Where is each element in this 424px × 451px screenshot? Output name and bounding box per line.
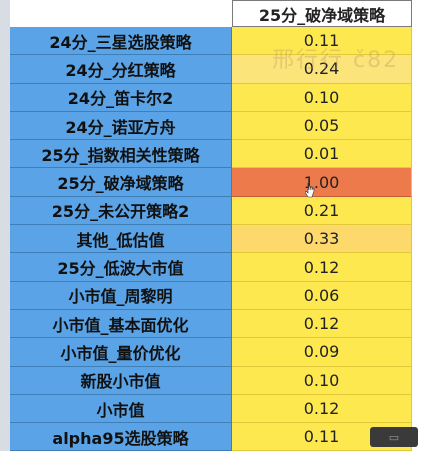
right-edge bbox=[412, 225, 424, 254]
right-edge bbox=[412, 196, 424, 226]
table-row: 小市值_量价优化 0.09 bbox=[10, 338, 424, 367]
right-edge bbox=[412, 111, 424, 141]
value-cell[interactable]: 0.09 bbox=[232, 338, 412, 367]
row-label-cell[interactable]: 24分_分红策略 bbox=[10, 55, 232, 84]
correlation-table: 25分_破净域策略 24分_三星选股策略 0.11 24分_分红策略 0.24 … bbox=[10, 0, 424, 451]
row-label-cell[interactable]: 新股小市值 bbox=[10, 366, 232, 395]
right-edge bbox=[412, 338, 424, 367]
table-row: 小市值_周黎明 0.06 bbox=[10, 281, 424, 310]
table-row: 其他_低估值 0.33 bbox=[10, 225, 424, 254]
value-cell[interactable]: 0.12 bbox=[232, 309, 412, 339]
header-corner-cell[interactable] bbox=[10, 0, 232, 27]
table-row: 24分_诺亚方舟 0.05 bbox=[10, 111, 424, 141]
right-edge bbox=[412, 0, 424, 27]
overlay-icon: ▭ bbox=[388, 430, 400, 444]
table-row: 小市值_基本面优化 0.12 bbox=[10, 309, 424, 339]
row-label-cell[interactable]: alpha95选股策略 bbox=[10, 423, 232, 451]
right-edge bbox=[412, 281, 424, 310]
right-edge bbox=[412, 309, 424, 339]
row-label-cell[interactable]: 25分_破净域策略 bbox=[10, 168, 232, 197]
value-cell[interactable]: 0.01 bbox=[232, 140, 412, 169]
table-row: 25分_指数相关性策略 0.01 bbox=[10, 140, 424, 169]
screenshot-frame: 25分_破净域策略 24分_三星选股策略 0.11 24分_分红策略 0.24 … bbox=[0, 0, 424, 451]
row-label-cell[interactable]: 小市值 bbox=[10, 394, 232, 424]
table-row: alpha95选股策略 0.11 bbox=[10, 423, 424, 451]
row-label-cell[interactable]: 25分_指数相关性策略 bbox=[10, 140, 232, 169]
right-edge bbox=[412, 27, 424, 56]
row-label-cell[interactable]: 24分_笛卡尔2 bbox=[10, 83, 232, 112]
left-edge-strip bbox=[0, 0, 10, 451]
row-label-cell[interactable]: 25分_未公开策略2 bbox=[10, 196, 232, 226]
value-cell[interactable]: 0.21 bbox=[232, 196, 412, 226]
right-edge bbox=[412, 394, 424, 424]
row-label-cell[interactable]: 25分_低波大市值 bbox=[10, 253, 232, 282]
row-label-cell[interactable]: 小市值_量价优化 bbox=[10, 338, 232, 367]
right-edge bbox=[412, 83, 424, 112]
row-label-cell[interactable]: 24分_诺亚方舟 bbox=[10, 111, 232, 141]
table-row: 25分_破净域策略 1.00 bbox=[10, 168, 424, 197]
value-cell[interactable]: 0.06 bbox=[232, 281, 412, 310]
value-cell-max[interactable]: 1.00 bbox=[232, 168, 412, 197]
value-cell[interactable]: 0.12 bbox=[232, 394, 412, 424]
right-edge bbox=[412, 140, 424, 169]
value-cell[interactable]: 0.12 bbox=[232, 253, 412, 282]
table-row: 25分_低波大市值 0.12 bbox=[10, 253, 424, 282]
row-label-cell[interactable]: 其他_低估值 bbox=[10, 225, 232, 254]
table-header-row: 25分_破净域策略 bbox=[10, 0, 424, 27]
table-row: 24分_三星选股策略 0.11 bbox=[10, 27, 424, 56]
value-cell[interactable]: 0.33 bbox=[232, 225, 412, 254]
right-edge bbox=[412, 55, 424, 84]
value-cell[interactable]: 0.24 bbox=[232, 55, 412, 84]
table-row: 24分_笛卡尔2 0.10 bbox=[10, 83, 424, 112]
row-label-cell[interactable]: 24分_三星选股策略 bbox=[10, 27, 232, 56]
table-row: 小市值 0.12 bbox=[10, 394, 424, 424]
right-edge bbox=[412, 366, 424, 395]
row-label-cell[interactable]: 小市值_周黎明 bbox=[10, 281, 232, 310]
corner-overlay-badge: ▭ bbox=[370, 427, 418, 447]
column-header-cell[interactable]: 25分_破净域策略 bbox=[232, 0, 412, 27]
value-cell[interactable]: 0.05 bbox=[232, 111, 412, 141]
table-row: 25分_未公开策略2 0.21 bbox=[10, 196, 424, 226]
value-cell[interactable]: 0.10 bbox=[232, 366, 412, 395]
right-edge bbox=[412, 168, 424, 197]
row-label-cell[interactable]: 小市值_基本面优化 bbox=[10, 309, 232, 339]
table-row: 24分_分红策略 0.24 bbox=[10, 55, 424, 84]
value-cell[interactable]: 0.11 bbox=[232, 27, 412, 56]
right-edge bbox=[412, 253, 424, 282]
value-cell[interactable]: 0.10 bbox=[232, 83, 412, 112]
table-row: 新股小市值 0.10 bbox=[10, 366, 424, 395]
